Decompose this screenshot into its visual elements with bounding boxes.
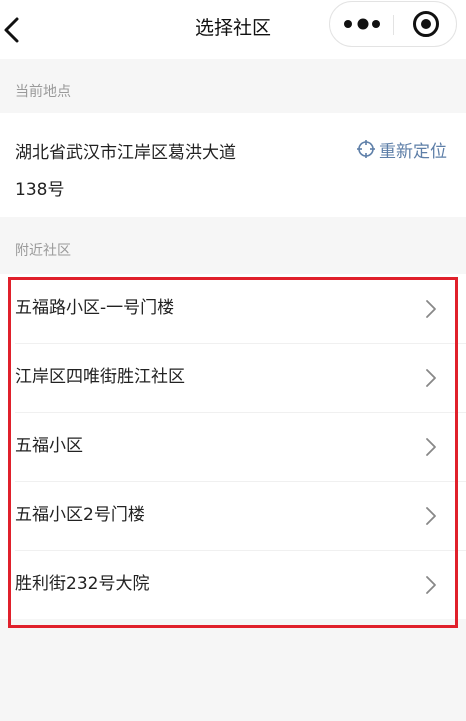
chevron-right-icon xyxy=(426,438,436,456)
chevron-left-icon xyxy=(4,17,19,43)
more-menu-button[interactable] xyxy=(330,2,393,46)
community-name: 胜利街232号大院 xyxy=(15,574,150,594)
community-item[interactable]: 五福小区 xyxy=(0,412,466,481)
mini-program-capsule xyxy=(329,1,457,47)
nearby-communities-label: 附近社区 xyxy=(15,243,71,259)
community-item[interactable]: 江岸区四唯街胜江社区 xyxy=(0,343,466,412)
chevron-right-icon xyxy=(426,369,436,387)
community-item[interactable]: 五福路小区-一号门楼 xyxy=(0,274,466,343)
community-name: 五福小区 xyxy=(15,436,83,456)
more-dots-icon xyxy=(344,18,380,30)
target-close-icon xyxy=(413,11,439,37)
address-line-1: 湖北省武汉市江岸区葛洪大道 xyxy=(15,143,236,163)
chevron-right-icon xyxy=(426,507,436,525)
back-button[interactable] xyxy=(0,10,32,50)
chevron-right-icon xyxy=(426,300,436,318)
close-mini-program-button[interactable] xyxy=(394,2,456,46)
locate-crosshair-icon xyxy=(357,140,375,158)
community-item[interactable]: 五福小区2号门楼 xyxy=(0,481,466,550)
address-line-2: 138号 xyxy=(15,180,65,200)
community-name: 江岸区四唯街胜江社区 xyxy=(15,367,185,387)
current-location-card xyxy=(0,113,466,217)
relocate-label: 重新定位 xyxy=(379,141,447,162)
chevron-right-icon xyxy=(426,576,436,594)
nearby-community-list: 五福路小区-一号门楼 江岸区四唯街胜江社区 五福小区 五福小区2号门楼 胜利街2… xyxy=(0,274,466,619)
community-name: 五福小区2号门楼 xyxy=(15,505,145,525)
community-item[interactable]: 胜利街232号大院 xyxy=(0,550,466,619)
current-location-label: 当前地点 xyxy=(15,84,71,100)
community-name: 五福路小区-一号门楼 xyxy=(15,298,175,318)
navigation-bar: 选择社区 xyxy=(0,0,466,59)
relocate-button[interactable]: 重新定位 xyxy=(356,136,447,162)
